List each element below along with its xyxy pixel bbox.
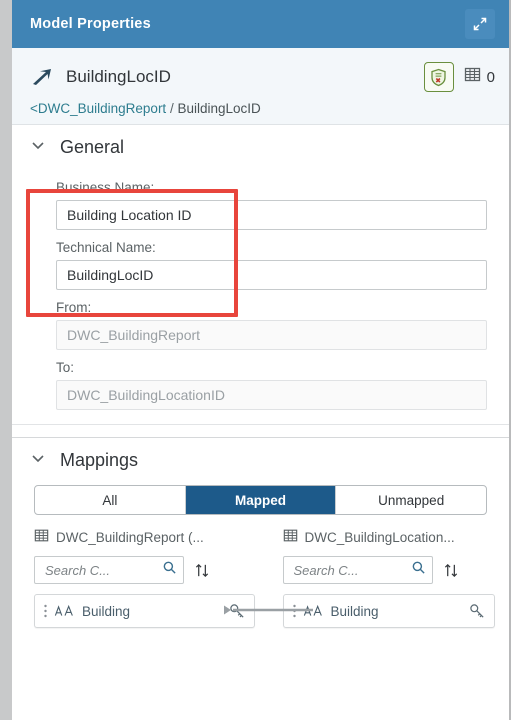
business-name-label: Business Name: [56, 180, 155, 195]
table-count: 0 [464, 66, 495, 88]
source-field-name: Building [82, 603, 131, 619]
target-search-row: Search C... [282, 556, 496, 584]
shield-validation-icon[interactable] [423, 62, 454, 92]
target-search-placeholder: Search C... [293, 562, 359, 578]
table-icon [283, 528, 298, 546]
key-icon[interactable] [469, 603, 486, 620]
general-fields: Business Name: Building Location ID Tech… [12, 168, 509, 424]
section-divider [12, 424, 509, 438]
technical-name-field[interactable]: BuildingLocID [56, 260, 487, 290]
source-mapping-item[interactable]: Building [34, 594, 255, 628]
model-properties-panel: Model Properties BuildingLocID 0 <DWC_Bu… [12, 0, 511, 720]
source-column-header: DWC_BuildingReport (... [34, 527, 255, 547]
panel-title: Model Properties [30, 16, 151, 32]
from-label: From: [56, 300, 92, 315]
target-sort-icon[interactable] [443, 562, 460, 579]
association-arrow-icon [30, 66, 60, 88]
from-field: DWC_BuildingReport [56, 320, 487, 350]
mappings-section-title: Mappings [60, 450, 139, 470]
breadcrumb-separator: / [169, 101, 174, 116]
mappings-section-header[interactable]: Mappings [12, 438, 509, 481]
object-header-row: BuildingLocID 0 [30, 60, 495, 94]
expand-icon[interactable] [465, 9, 495, 39]
mappings-section: Mappings All Mapped Unmapped DWC_Buildin… [12, 438, 509, 628]
breadcrumb-parent[interactable]: <DWC_BuildingReport [30, 101, 166, 116]
business-name-field[interactable]: Building Location ID [56, 200, 487, 230]
breadcrumb-current: BuildingLocID [177, 101, 261, 116]
search-icon[interactable] [411, 560, 426, 580]
target-table-name: DWC_BuildingLocation... [304, 529, 455, 545]
filter-unmapped-button[interactable]: Unmapped [336, 486, 486, 514]
technical-name-label: Technical Name: [56, 240, 156, 255]
filter-all-button[interactable]: All [35, 486, 186, 514]
chevron-down-icon[interactable] [30, 450, 46, 471]
mapping-connector-line [224, 605, 313, 615]
general-section-header[interactable]: General [12, 125, 509, 168]
search-icon[interactable] [162, 560, 177, 580]
filter-mapped-button[interactable]: Mapped [185, 486, 337, 514]
target-mapping-item[interactable]: Building [282, 594, 495, 628]
mapping-columns: DWC_BuildingReport (... Search C... Buil… [12, 527, 509, 628]
drag-handle-icon[interactable] [39, 603, 52, 619]
source-search-input[interactable]: Search C... [34, 556, 184, 584]
to-label: To: [56, 360, 75, 375]
source-search-placeholder: Search C... [45, 562, 111, 578]
target-search-input[interactable]: Search C... [282, 556, 433, 584]
object-name: BuildingLocID [66, 67, 171, 86]
panel-titlebar: Model Properties [12, 0, 509, 48]
mapping-filter-segmented-control: All Mapped Unmapped [34, 485, 487, 515]
table-icon [34, 528, 49, 546]
source-table-name: DWC_BuildingReport (... [56, 529, 204, 545]
table-icon [464, 66, 481, 88]
to-field: DWC_BuildingLocationID [56, 380, 487, 410]
table-count-value: 0 [486, 68, 495, 86]
target-column-header: DWC_BuildingLocation... [283, 527, 496, 547]
general-section-title: General [60, 137, 125, 157]
breadcrumb: <DWC_BuildingReport / BuildingLocID [30, 101, 495, 116]
general-section: General Business Name: Building Location… [12, 125, 509, 424]
text-type-icon [54, 604, 76, 618]
chevron-down-icon[interactable] [30, 137, 46, 158]
object-actions: 0 [423, 62, 495, 92]
target-field-name: Building [330, 603, 379, 619]
source-search-row: Search C... [34, 556, 255, 584]
source-sort-icon[interactable] [194, 562, 211, 579]
object-header: BuildingLocID 0 <DWC_BuildingReport / Bu… [12, 48, 509, 125]
